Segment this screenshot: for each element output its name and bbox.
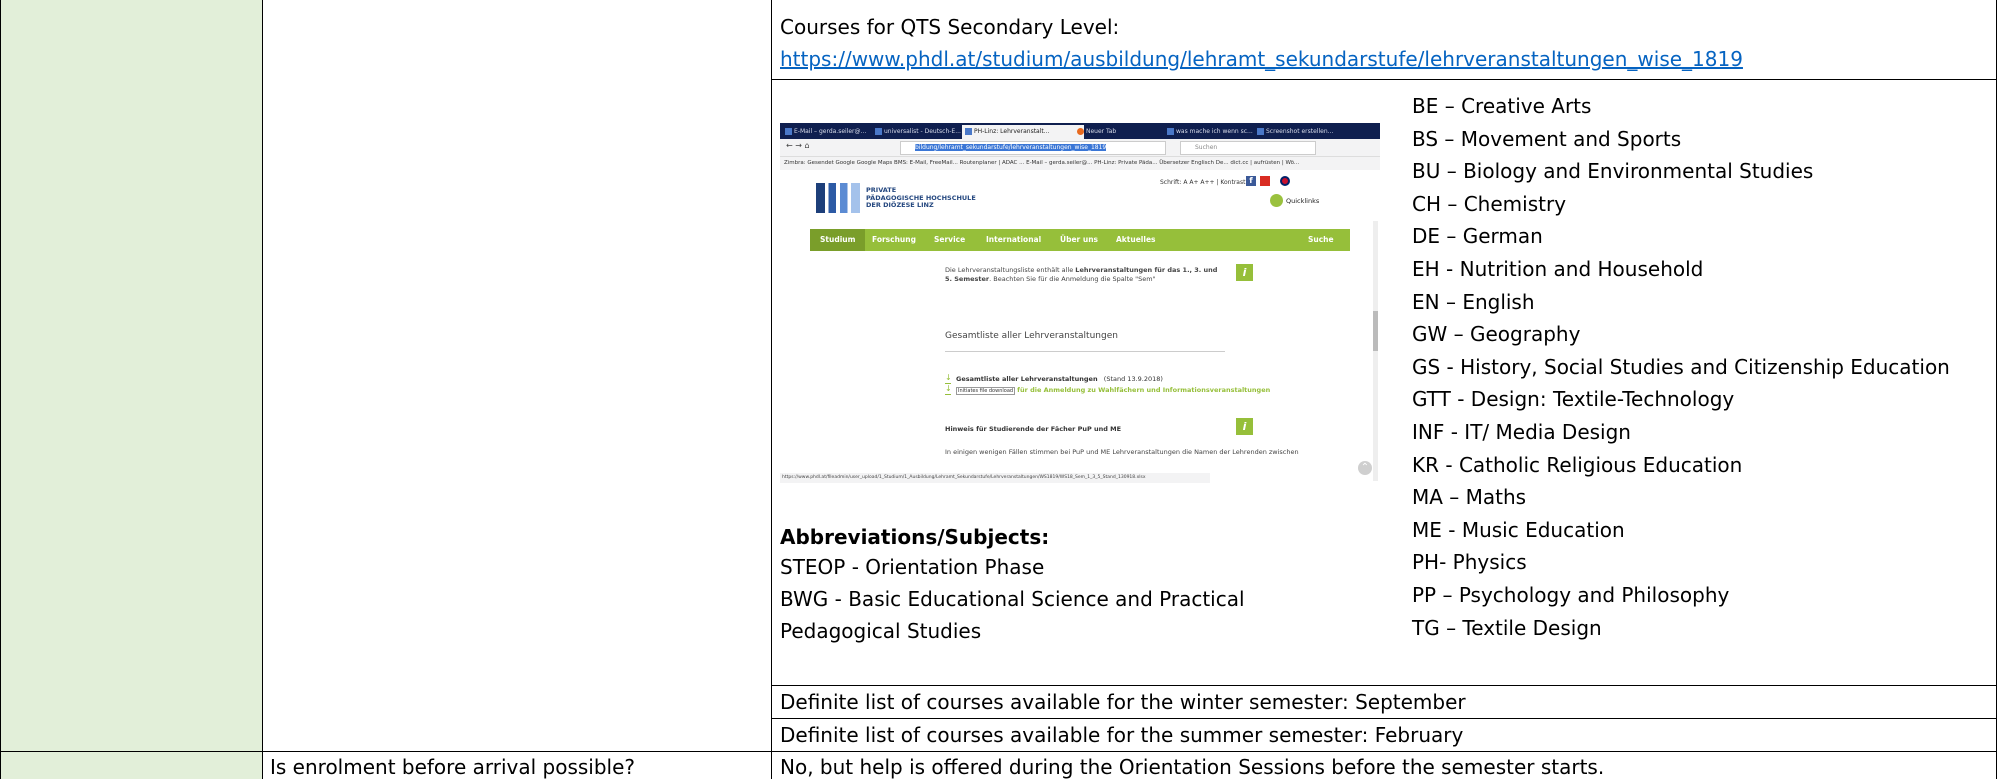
subject-abbreviation: GS - History, Social Studies and Citizen…: [1412, 354, 1950, 379]
row-divider-main: [0, 751, 1997, 752]
courses-link[interactable]: https://www.phdl.at/studium/ausbildung/l…: [780, 47, 1743, 71]
site-main-nav: Studium Forschung Service International …: [810, 229, 1350, 251]
download-icon: ↓: [945, 384, 952, 395]
browser-tab-bar: E-Mail – gerda.seiler@... universalist -…: [780, 123, 1380, 139]
inner-row-divider-1: [771, 79, 1997, 80]
abbreviations-heading: Abbreviations/Subjects:: [780, 525, 1050, 549]
browser-url-bar: bildung/lehramt_sekundarstufe/lehrverans…: [900, 141, 1166, 155]
browser-bookmarks-bar: Zimbra: Gesendet Google Google Maps BMS:…: [780, 157, 1380, 170]
section-title: Gesamtliste aller Lehrveranstaltungen: [945, 331, 1118, 341]
subject-abbreviation: PH- Physics: [1412, 550, 1527, 575]
table-column-divider-2: [771, 0, 772, 779]
hint-text: In einigen wenigen Fällen stimmen bei Pu…: [945, 448, 1299, 456]
courses-heading: Courses for QTS Secondary Level:: [780, 15, 1120, 39]
subject-abbreviation: BU – Biology and Environmental Studies: [1412, 159, 1814, 184]
faq-question: Is enrolment before arrival possible?: [270, 755, 636, 779]
subject-abbreviation: KR - Catholic Religious Education: [1412, 452, 1743, 477]
quicklinks: Quicklinks: [1270, 194, 1319, 207]
browser-tab: Neuer Tab: [1074, 125, 1174, 139]
browser-status-url: https://www.phdl.at/fileadmin/user_uploa…: [780, 473, 1210, 483]
browser-screenshot: E-Mail – gerda.seiler@... universalist -…: [780, 123, 1380, 483]
subject-abbreviation: ME - Music Education: [1412, 517, 1625, 542]
abbreviation-item: STEOP - Orientation Phase: [780, 555, 1045, 579]
site-nav-item: Forschung: [872, 235, 916, 244]
site-nav-item: Studium: [810, 229, 866, 251]
download-tooltip: Initiates file download: [956, 387, 1016, 395]
summer-semester-note: Definite list of courses available for t…: [780, 723, 1464, 747]
subject-abbreviation: MA – Maths: [1412, 485, 1527, 510]
faq-answer: No, but help is offered during the Orien…: [780, 755, 1605, 779]
site-nav-item: International: [986, 235, 1042, 244]
page-scrollbar: [1373, 221, 1378, 481]
table-border-left: [0, 0, 1, 779]
subject-abbreviation: INF - IT/ Media Design: [1412, 419, 1631, 444]
site-nav-item: Aktuelles: [1116, 235, 1156, 244]
browser-tab-active: PH-Linz: Lehrveranstalt...: [962, 125, 1084, 139]
subject-abbreviation: EN – English: [1412, 289, 1535, 314]
site-nav-item: Über uns: [1060, 235, 1098, 244]
browser-nav-bar: ← → ⌂ bildung/lehramt_sekundarstufe/lehr…: [780, 139, 1380, 157]
inner-row-divider-2: [771, 685, 1997, 686]
browser-search-box: Suchen: [1180, 141, 1316, 155]
subject-abbreviation: DE – German: [1412, 224, 1543, 249]
subject-abbreviation: GW – Geography: [1412, 322, 1581, 347]
info-paragraph: Die Lehrveranstaltungsliste enthält alle…: [945, 266, 1218, 283]
browser-tab: E-Mail – gerda.seiler@...: [782, 125, 882, 139]
abbreviation-item: Pedagogical Studies: [780, 619, 982, 643]
site-nav-item: Service: [934, 235, 966, 244]
back-forward-home-icons: ← → ⌂: [786, 141, 810, 150]
subject-abbreviation: EH - Nutrition and Household: [1412, 256, 1704, 281]
info-icon: i: [1236, 264, 1253, 281]
browser-tab: was mache ich wenn sc...: [1164, 125, 1264, 139]
hint-title: Hinweis für Studierende der Fächer PuP u…: [945, 425, 1122, 433]
download-icon: ↓: [945, 373, 952, 384]
university-logo-icon: [816, 183, 860, 213]
university-logo-text: PRIVATE PÄDAGOGISCHE HOCHSCHULE DER DIÖZ…: [866, 186, 976, 209]
subject-abbreviation: CH – Chemistry: [1412, 191, 1567, 216]
website-page: PRIVATE PÄDAGOGISCHE HOCHSCHULE DER DIÖZ…: [780, 171, 1380, 483]
abbreviation-item: BWG - Basic Educational Science and Prac…: [780, 587, 1245, 611]
subject-abbreviation: TG – Textile Design: [1412, 615, 1602, 640]
subject-abbreviation: PP – Psychology and Philosophy: [1412, 582, 1730, 607]
browser-tab: universalist - Deutsch-E...: [872, 125, 972, 139]
link-icon: [1270, 194, 1283, 207]
subject-abbreviation-list: BE – Creative Arts BS – Movement and Spo…: [1412, 90, 1950, 644]
uk-flag-icon: [1280, 176, 1290, 186]
subject-abbreviation: GTT - Design: Textile-Technology: [1412, 387, 1735, 412]
facebook-icon: f: [1246, 176, 1256, 186]
table-column-divider-1: [262, 0, 263, 779]
subject-abbreviation: BS – Movement and Sports: [1412, 126, 1682, 151]
font-size-contrast-controls: Schrift: A A+ A++ | Kontrast: [1160, 179, 1246, 186]
subject-abbreviation: BE – Creative Arts: [1412, 94, 1592, 118]
left-column-shading: [0, 0, 262, 779]
site-nav-search: Suche: [1308, 235, 1334, 244]
download-link-2: Initiates file download für die Anmeldun…: [956, 386, 1271, 395]
download-link-1: Gesamtliste aller Lehrveranstaltungen (S…: [956, 375, 1163, 383]
scroll-up-icon: ⌃: [1358, 461, 1372, 475]
page-scrollbar-thumb: [1373, 311, 1378, 351]
winter-semester-note: Definite list of courses available for t…: [780, 690, 1466, 714]
info-icon: i: [1236, 418, 1253, 435]
inner-row-divider-3: [771, 718, 1997, 719]
youtube-icon: [1260, 176, 1270, 186]
browser-tab: Screenshot erstellen...: [1254, 125, 1354, 139]
section-divider: [945, 351, 1225, 352]
